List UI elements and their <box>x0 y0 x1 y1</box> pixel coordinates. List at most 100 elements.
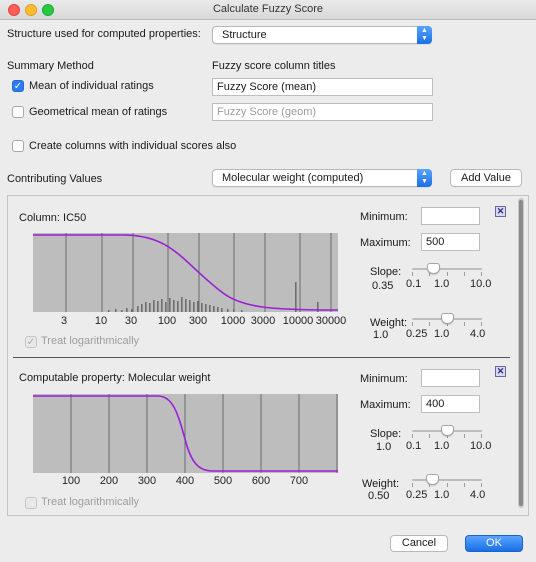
ic50-hist-bar <box>141 304 143 312</box>
ic50-hist-bar <box>205 304 207 312</box>
panel1-log-checkbox[interactable]: ✓ <box>25 336 37 348</box>
mean-title-field[interactable]: Fuzzy Score (mean) <box>212 78 433 96</box>
ic50-hist-bar <box>108 310 110 312</box>
panel2-weight-label: Weight: <box>362 478 400 490</box>
slider-tick <box>412 322 413 326</box>
geom-checkbox[interactable] <box>12 106 24 118</box>
geom-title-field[interactable]: Fuzzy Score (geom) <box>212 103 433 121</box>
slider-tick <box>429 434 431 438</box>
slider-tick <box>481 322 482 326</box>
individual-checkbox[interactable] <box>12 140 24 152</box>
ic50-hist-bar <box>169 298 171 312</box>
structure-select[interactable]: Structure ▲ ▼ <box>212 26 432 44</box>
molweight-axis-tick: 400 <box>175 475 195 487</box>
cancel-button[interactable]: Cancel <box>390 535 448 552</box>
slider-tick <box>463 322 465 326</box>
slider-thumb[interactable] <box>440 425 454 436</box>
scrollbar-thumb[interactable] <box>519 200 523 506</box>
summary-heading: Summary Method <box>7 60 94 72</box>
structure-label: Structure used for computed properties: <box>7 28 201 40</box>
slider-tick <box>412 272 413 276</box>
molweight-axis-tick: 600 <box>251 475 271 487</box>
panel1-weight-slider[interactable]: 0.25 1.0 4.0 <box>406 312 486 342</box>
ic50-chart-svg <box>33 233 338 312</box>
panel1-slope-value: 0.35 <box>372 280 394 292</box>
slider-tick <box>481 434 482 438</box>
panel2-maximum-label: Maximum: <box>360 399 411 411</box>
add-value-button[interactable]: Add Value <box>450 169 522 187</box>
ic50-axis-tick: 30000 <box>315 315 347 327</box>
chevron-updown-icon: ▲ ▼ <box>417 26 432 44</box>
molweight-axis-tick: 200 <box>99 475 119 487</box>
ic50-axis-tick: 1000 <box>220 315 246 327</box>
panel1-log-label: Treat logarithmically <box>41 335 140 347</box>
panel1-slope-label: Slope: <box>370 266 402 278</box>
slider-thumb[interactable] <box>427 263 441 274</box>
slider-tick-label: 1.0 <box>434 278 450 290</box>
ic50-hist-bar <box>181 297 183 312</box>
ok-button[interactable]: OK <box>465 535 523 552</box>
ic50-axis-tick: 3 <box>60 315 68 327</box>
panel1-title: Column: IC50 <box>19 212 87 224</box>
panel1-minimum-field[interactable] <box>421 207 480 225</box>
slider-thumb[interactable] <box>426 474 440 485</box>
ic50-hist-bar <box>165 302 167 312</box>
panel2-slope-value: 1.0 <box>376 441 392 453</box>
ic50-hist-bar <box>131 309 133 312</box>
panel1-remove-icon[interactable]: ✕ <box>495 206 506 217</box>
slider-tick-label: 0.25 <box>406 489 428 501</box>
ic50-axis-tick: 100 <box>157 315 177 327</box>
ic50-axis-tick: 300 <box>188 315 208 327</box>
molweight-axis: 100 200 300 400 500 600 700 <box>33 475 353 489</box>
slider-tick <box>412 434 413 438</box>
molweight-chart-svg <box>33 394 338 473</box>
panel2-minimum-field[interactable] <box>421 369 480 387</box>
panel2-log-checkbox[interactable] <box>25 497 37 509</box>
slider-track[interactable] <box>412 268 482 270</box>
mean-checkbox[interactable]: ✓ <box>12 80 24 92</box>
geom-label: Geometrical mean of ratings <box>29 106 168 118</box>
panel1-maximum-label: Maximum: <box>360 237 411 249</box>
ic50-axis-tick: 10 <box>94 315 108 327</box>
ic50-hist-bar <box>153 300 155 312</box>
ic50-hist-bar <box>197 301 199 312</box>
ic50-axis: 3 10 30 100 300 1000 3000 10000 30000 <box>33 315 353 329</box>
panel2-weight-slider[interactable]: 0.25 1.0 4.0 <box>406 473 485 503</box>
panel2-slope-slider[interactable]: 0.1 1.0 10.0 <box>406 424 491 454</box>
panel2-maximum-field[interactable]: 400 <box>421 395 480 413</box>
slider-tick-label: 1.0 <box>434 489 450 501</box>
ic50-hist-bar <box>221 308 223 312</box>
ic50-hist-bar <box>185 299 187 312</box>
ic50-hist-bar <box>209 305 211 312</box>
ic50-hist-bar <box>149 303 151 312</box>
ic50-hist-bar <box>121 310 123 312</box>
panel2-remove-icon[interactable]: ✕ <box>495 366 506 377</box>
ic50-hist-bar <box>115 309 117 312</box>
structure-select-value: Structure <box>222 29 267 41</box>
panel1-maximum-field[interactable]: 500 <box>421 233 480 251</box>
ic50-hist-bar <box>161 299 163 312</box>
slider-tick <box>412 483 413 487</box>
ic50-hist-bar <box>201 303 203 312</box>
slider-tick-label: 4.0 <box>470 328 486 340</box>
slider-tick-label: 10.0 <box>470 278 492 290</box>
titles-heading: Fuzzy score column titles <box>212 60 336 72</box>
panel1-weight-value: 1.0 <box>373 329 389 341</box>
slider-track[interactable] <box>412 479 482 481</box>
slider-tick-label: 0.25 <box>406 328 428 340</box>
ic50-axis-tick: 10000 <box>282 315 314 327</box>
mean-label: Mean of individual ratings <box>29 80 154 92</box>
slider-tick-label: 1.0 <box>434 440 450 452</box>
contributing-select[interactable]: Molecular weight (computed) ▲ ▼ <box>212 169 432 187</box>
contributing-label: Contributing Values <box>7 173 103 185</box>
ic50-hist-bar <box>173 300 175 312</box>
panel2-minimum-label: Minimum: <box>360 373 408 385</box>
ic50-hist-bar <box>137 306 139 312</box>
ic50-hist-bar <box>233 309 235 312</box>
ic50-hist-bar <box>157 301 159 312</box>
slider-tick <box>481 483 482 487</box>
panel2-log-label: Treat logarithmically <box>41 496 140 508</box>
ic50-axis-tick: 3000 <box>250 315 276 327</box>
panel1-slope-slider[interactable]: 0.1 1.0 10.0 <box>406 262 491 292</box>
slider-thumb[interactable] <box>440 313 454 324</box>
